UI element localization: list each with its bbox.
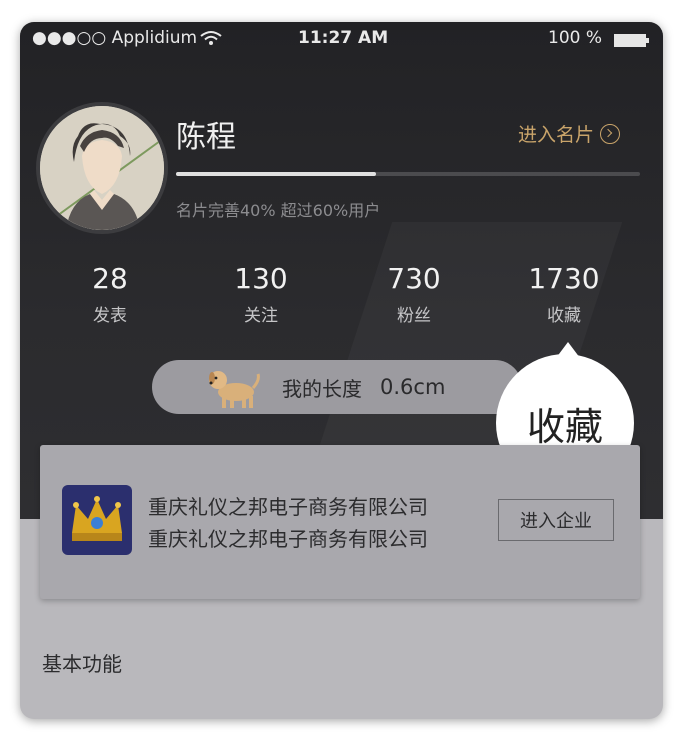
company-name: 重庆礼仪之邦电子商务有限公司 [148,495,428,519]
profile-progress-bar [176,172,640,176]
user-name: 陈程 [176,120,236,155]
tooltip-text: 收藏 [526,404,603,449]
stat-following[interactable]: 130 关注 [201,262,321,326]
stat-label: 关注 [244,306,278,326]
stat-label: 发表 [93,306,127,326]
stat-value: 130 [234,262,288,295]
avatar[interactable] [36,102,168,234]
section-title: 基本功能 [42,652,122,676]
avatar-image [40,106,164,230]
wifi-icon [200,31,222,45]
stat-label: 粉丝 [397,306,431,326]
phone-screen: ●●●○○ Applidium 11:27 AM 100 % 陈程 进入名片 名… [20,22,663,719]
length-value: 0.6cm [380,375,446,399]
chevron-right-circle-icon [600,123,621,144]
crown-logo [62,485,132,555]
battery-icon [614,34,649,47]
length-label: 我的长度 [282,376,362,401]
stat-value: 28 [92,262,128,295]
stat-value: 730 [387,262,441,295]
enter-company-button[interactable]: 进入企业 [498,499,614,541]
carrier-label: ●●●○○ Applidium [32,28,198,48]
company-name: 重庆礼仪之邦电子商务有限公司 [148,527,428,551]
profile-progress-fill [176,172,376,176]
stat-value: 1730 [528,262,600,295]
company-card[interactable]: 重庆礼仪之邦电子商务有限公司 重庆礼仪之邦电子商务有限公司 进入企业 [40,445,640,599]
battery-percent: 100 % [548,28,603,48]
length-pill[interactable]: 我的长度 0.6cm [152,360,522,414]
stat-posts[interactable]: 28 发表 [50,262,170,326]
dog-icon [209,371,260,408]
stat-favorites[interactable]: 1730 收藏 [504,262,624,326]
clock: 11:27 AM [298,28,389,48]
enter-card-label: 进入名片 [518,124,595,146]
progress-text: 名片完善40% 超过60%用户 [176,201,381,220]
stat-fans[interactable]: 730 粉丝 [354,262,474,326]
stat-label: 收藏 [547,306,581,326]
status-bar: ●●●○○ Applidium 11:27 AM 100 % [20,22,663,58]
enter-card-link[interactable]: 进入名片 [518,120,621,147]
